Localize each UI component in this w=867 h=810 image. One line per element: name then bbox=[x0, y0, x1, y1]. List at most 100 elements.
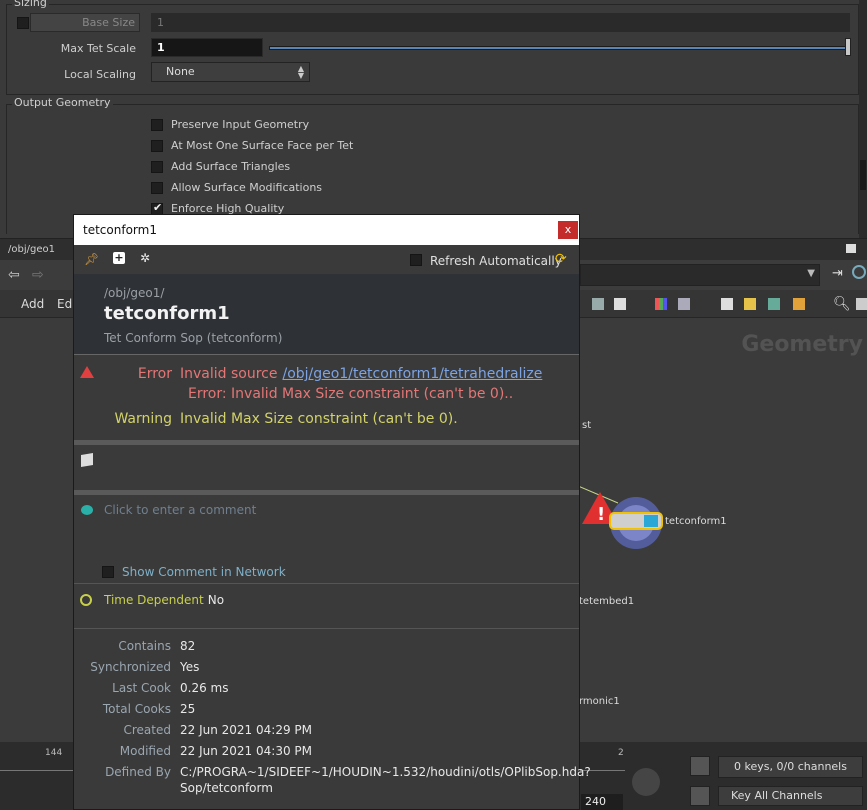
one-surface-face-row[interactable]: At Most One Surface Face per Tet bbox=[151, 139, 353, 152]
enforce-high-quality-checkbox[interactable]: ✔ bbox=[151, 200, 163, 215]
sizing-group-title: Sizing bbox=[12, 0, 49, 9]
end-frame-field[interactable]: 240 bbox=[581, 794, 623, 810]
local-scaling-label: Local Scaling bbox=[64, 68, 136, 81]
background-image-icon[interactable] bbox=[768, 298, 780, 310]
timeline-frame-right: 2 bbox=[618, 748, 624, 758]
parameter-panel: Sizing Base Size 1 Max Tet Scale 1 Local… bbox=[0, 0, 867, 238]
stat-value: Yes bbox=[180, 660, 200, 674]
expand-icon[interactable]: + bbox=[113, 252, 125, 264]
warning-row: Warning Invalid Max Size constraint (can… bbox=[74, 411, 457, 427]
forward-arrow-icon[interactable]: ⇨ bbox=[32, 267, 44, 283]
warning-key: Warning bbox=[114, 411, 172, 427]
show-comment-checkbox[interactable] bbox=[102, 566, 114, 578]
tetconform-node-label: tetconform1 bbox=[665, 516, 727, 527]
popup-titlebar: tetconform1 x bbox=[74, 215, 579, 245]
time-dependent-row: Time Dependent No bbox=[74, 593, 224, 607]
color-palette-icon[interactable] bbox=[655, 298, 667, 310]
close-button[interactable]: x bbox=[558, 221, 578, 239]
param-scrollbar-thumb[interactable] bbox=[860, 160, 866, 190]
param-scrollbar[interactable] bbox=[859, 0, 867, 238]
list-icon[interactable] bbox=[614, 298, 626, 310]
stat-row: Modified 22 Jun 2021 04:30 PM bbox=[74, 744, 312, 758]
back-arrow-icon[interactable]: ⇦ bbox=[8, 267, 20, 283]
stat-row: Total Cooks 25 bbox=[74, 702, 195, 716]
stat-value: C:/PROGRA~1/SIDEEF~1/HOUDIN~1.532/houdin… bbox=[180, 765, 591, 779]
node-name: tetconform1 bbox=[104, 303, 230, 324]
error-row: Error Invalid source /obj/geo1/tetconfor… bbox=[74, 366, 542, 382]
context-watermark: Geometry bbox=[741, 332, 863, 357]
node-label-partial: st bbox=[582, 420, 592, 431]
stat-key: Contains bbox=[118, 639, 171, 653]
tetconform-node[interactable]: ! bbox=[578, 478, 668, 550]
geometry-cube-icon bbox=[81, 452, 93, 468]
search-icon[interactable]: 🔍︎ bbox=[833, 296, 851, 312]
max-tet-scale-slider[interactable] bbox=[269, 46, 847, 50]
add-surface-triangles-checkbox[interactable] bbox=[151, 160, 163, 173]
comment-input[interactable]: Click to enter a comment bbox=[104, 503, 256, 517]
stat-key: Total Cooks bbox=[102, 702, 171, 716]
note-icon[interactable] bbox=[744, 298, 756, 310]
keys-channels-field[interactable]: 0 keys, 0/0 channels bbox=[718, 756, 863, 778]
stat-key: Defined By bbox=[105, 765, 171, 779]
refresh-automatically-checkbox[interactable] bbox=[410, 254, 422, 266]
allow-surface-modifications-row[interactable]: Allow Surface Modifications bbox=[151, 181, 322, 194]
node-path: /obj/geo1/ bbox=[104, 286, 165, 300]
popup-toolbar: 📌︎ + ✲ Refresh Automatically ⟳ bbox=[74, 245, 579, 274]
pane-maximize-icon[interactable] bbox=[846, 244, 856, 253]
error-source-link[interactable]: /obj/geo1/tetconform1/tetrahedralize bbox=[282, 366, 542, 382]
settings-icon[interactable] bbox=[856, 298, 867, 310]
stat-value: 22 Jun 2021 04:29 PM bbox=[180, 723, 312, 737]
stat-row: Sop/tetconform bbox=[74, 781, 273, 795]
stat-key: Last Cook bbox=[112, 681, 171, 695]
preserve-input-geometry-checkbox[interactable] bbox=[151, 118, 163, 131]
key-icon[interactable] bbox=[632, 768, 660, 796]
pin-icon[interactable]: ⇥ bbox=[832, 266, 843, 281]
error-detail-row: Error: Invalid Max Size constraint (can'… bbox=[188, 386, 513, 402]
local-scaling-dropdown[interactable]: None ▲ ▼ bbox=[151, 62, 310, 82]
section-divider-2 bbox=[74, 490, 579, 495]
image-icon[interactable] bbox=[721, 298, 733, 310]
stat-row: Contains 82 bbox=[74, 639, 195, 653]
one-surface-face-checkbox[interactable] bbox=[151, 139, 163, 152]
stat-value: 22 Jun 2021 04:30 PM bbox=[180, 744, 312, 758]
show-comment-row[interactable]: Show Comment in Network bbox=[102, 565, 286, 579]
time-dependent-key: Time Dependent bbox=[104, 593, 204, 607]
add-surface-triangles-row[interactable]: Add Surface Triangles bbox=[151, 160, 290, 173]
harmonic-node-label: rmonic1 bbox=[579, 696, 620, 707]
link-icon[interactable] bbox=[852, 265, 866, 279]
error-prefix: Invalid source bbox=[180, 366, 278, 382]
node-header: /obj/geo1/ tetconform1 Tet Conform Sop (… bbox=[74, 274, 579, 354]
show-comment-label: Show Comment in Network bbox=[122, 565, 286, 579]
refresh-icon[interactable]: ⟳ bbox=[555, 251, 567, 267]
stat-row: Synchronized Yes bbox=[74, 660, 199, 674]
preserve-input-geometry-row[interactable]: Preserve Input Geometry bbox=[151, 118, 309, 131]
auto-key-icon[interactable] bbox=[690, 756, 710, 776]
output-geometry-title: Output Geometry bbox=[12, 96, 113, 109]
base-size-toggle[interactable] bbox=[17, 17, 29, 29]
pin-icon[interactable]: 📌︎ bbox=[84, 252, 99, 266]
table-icon[interactable] bbox=[678, 298, 690, 310]
key-all-channels-dropdown[interactable]: Key All Channels bbox=[718, 786, 863, 806]
stat-key: Modified bbox=[119, 744, 171, 758]
tetembed-node-label: tetembed1 bbox=[579, 596, 635, 607]
box-icon[interactable] bbox=[793, 298, 805, 310]
network-path-field[interactable]: ▼ bbox=[580, 264, 820, 286]
allow-surface-modifications-checkbox[interactable] bbox=[151, 181, 163, 194]
max-tet-scale-slider-handle[interactable] bbox=[845, 38, 851, 56]
menu-add[interactable]: Add bbox=[21, 297, 44, 311]
dropdown-arrows-icon: ▲ ▼ bbox=[297, 64, 304, 80]
chevron-down-icon: ▼ bbox=[807, 268, 815, 279]
section-divider-4 bbox=[74, 628, 579, 629]
base-size-field[interactable]: 1 bbox=[151, 13, 850, 32]
error-detail: Error: Invalid Max Size constraint (can'… bbox=[188, 386, 514, 402]
checkmark-icon: ✔ bbox=[153, 200, 163, 214]
stat-key bbox=[74, 781, 180, 795]
stat-value: 25 bbox=[180, 702, 196, 716]
one-surface-face-label: At Most One Surface Face per Tet bbox=[171, 139, 354, 152]
node-type: Tet Conform Sop (tetconform) bbox=[104, 331, 283, 345]
debug-icon[interactable]: ✲ bbox=[140, 251, 150, 265]
tab-obj-geo1[interactable]: /obj/geo1 bbox=[0, 239, 63, 261]
max-tet-scale-field[interactable]: 1 bbox=[151, 38, 263, 57]
grid-icon[interactable] bbox=[592, 298, 604, 310]
channel-icon[interactable] bbox=[690, 786, 710, 806]
